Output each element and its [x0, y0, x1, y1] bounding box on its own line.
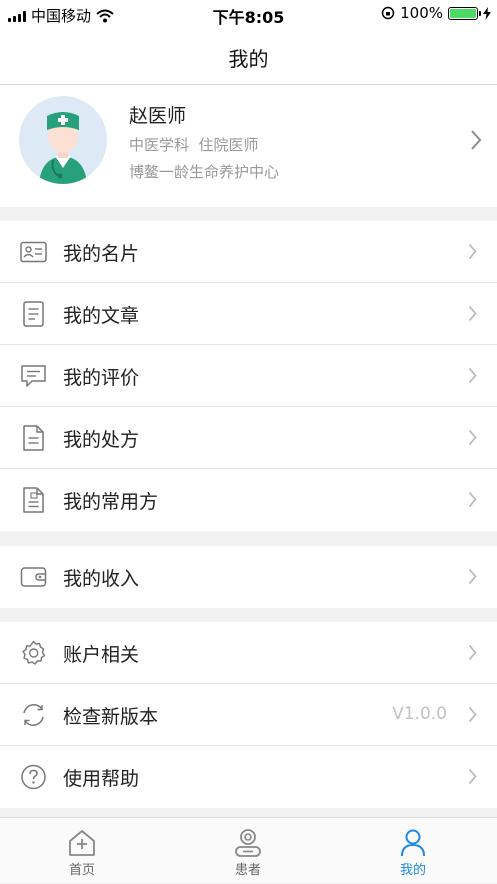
refresh-icon: [23, 704, 44, 726]
common-prescription-icon: [23, 487, 44, 513]
menu-item-articles[interactable]: 我的文章: [0, 283, 497, 345]
doctor-name: 赵医师: [129, 105, 187, 127]
tab-label: 患者: [234, 863, 261, 878]
home-icon: [69, 830, 95, 856]
doctor-department: 中医学科 住院医师: [129, 136, 259, 154]
status-bar: 中国移动 下午8:05 100%: [0, 0, 497, 28]
menu-label: 我的常用方: [63, 491, 159, 513]
menu-label: 我的评价: [63, 367, 140, 389]
chevron-right-icon: [468, 568, 477, 585]
chevron-right-icon: [468, 644, 477, 661]
menu-label: 检查新版本: [63, 706, 159, 728]
chevron-right-icon: [468, 491, 477, 508]
menu-group-income: 我的收入: [0, 546, 497, 608]
chevron-right-icon: [468, 243, 477, 260]
tab-label: 首页: [68, 863, 95, 878]
doctor-organization: 博鳌一龄生命养护中心: [129, 163, 280, 181]
charging-icon: [483, 6, 491, 20]
menu-item-business-card[interactable]: 我的名片: [0, 221, 497, 283]
help-icon: [21, 764, 46, 790]
chevron-right-icon: [468, 367, 477, 384]
chevron-right-icon: [468, 305, 477, 322]
nav-bar: 我的: [0, 28, 497, 85]
menu-item-account[interactable]: 账户相关: [0, 622, 497, 684]
menu-label: 我的收入: [63, 568, 140, 590]
id-card-icon: [20, 241, 47, 263]
chevron-right-icon: [468, 768, 477, 785]
menu-item-prescriptions[interactable]: 我的处方: [0, 407, 497, 469]
tab-mine[interactable]: 我的: [353, 818, 473, 884]
menu-label: 使用帮助: [63, 768, 140, 790]
battery-percent: 100%: [400, 4, 443, 22]
page-title: 我的: [228, 47, 269, 71]
tab-patients[interactable]: 患者: [188, 818, 308, 884]
menu-item-income[interactable]: 我的收入: [0, 546, 497, 608]
tab-home[interactable]: 首页: [22, 818, 142, 884]
menu-label: 账户相关: [63, 644, 140, 666]
version-value: V1.0.0: [392, 704, 447, 724]
patient-icon: [235, 829, 261, 857]
profile-icon: [401, 829, 425, 857]
menu-group-settings: 账户相关 检查新版本 V1.0.0 使用帮助: [0, 622, 497, 808]
menu-label: 我的名片: [63, 243, 140, 265]
menu-label: 我的处方: [63, 429, 140, 451]
gear-icon: [22, 640, 46, 665]
menu-item-common-prescriptions[interactable]: 我的常用方: [0, 469, 497, 531]
menu-item-help[interactable]: 使用帮助: [0, 746, 497, 808]
menu-item-check-version[interactable]: 检查新版本 V1.0.0: [0, 684, 497, 746]
document-icon: [23, 301, 44, 327]
menu-group-personal: 我的名片 我的文章 我的评价 我的处方 我的常用方: [0, 221, 497, 531]
chevron-right-icon: [471, 130, 482, 150]
battery-icon: [448, 6, 481, 20]
tab-bar: 首页 患者 我的: [0, 817, 497, 883]
orientation-lock-icon: [381, 6, 395, 20]
doctor-avatar: [19, 96, 107, 184]
profile-card[interactable]: 赵医师 中医学科 住院医师 博鳌一龄生命养护中心: [0, 85, 497, 207]
chevron-right-icon: [468, 706, 477, 723]
menu-label: 我的文章: [63, 305, 140, 327]
comment-icon: [21, 365, 46, 387]
tab-label: 我的: [399, 863, 426, 878]
chevron-right-icon: [468, 429, 477, 446]
prescription-icon: [23, 425, 44, 451]
wallet-icon: [20, 567, 47, 587]
menu-item-reviews[interactable]: 我的评价: [0, 345, 497, 407]
status-right: 100%: [381, 4, 491, 22]
